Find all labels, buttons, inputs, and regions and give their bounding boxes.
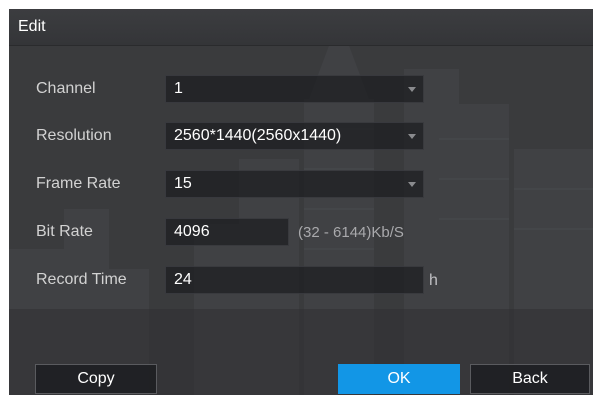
resolution-label: Resolution xyxy=(36,127,112,144)
city-skyline-background xyxy=(9,9,593,395)
copy-button[interactable]: Copy xyxy=(35,364,157,394)
frame-rate-select[interactable]: 15 xyxy=(165,170,424,198)
resolution-select[interactable]: 2560*1440(2560x1440) xyxy=(165,122,424,150)
channel-label: Channel xyxy=(36,80,96,97)
record-time-label: Record Time xyxy=(36,271,127,288)
bit-rate-input[interactable]: 4096 xyxy=(165,218,289,246)
channel-select[interactable]: 1 xyxy=(165,75,424,103)
ok-button[interactable]: OK xyxy=(338,364,460,394)
chevron-down-icon[interactable] xyxy=(408,134,416,139)
bit-rate-range: (32 - 6144)Kb/S xyxy=(298,224,404,241)
bit-rate-label: Bit Rate xyxy=(36,223,93,240)
bit-rate-value: 4096 xyxy=(174,223,210,240)
dialog-title: Edit xyxy=(18,18,46,35)
record-time-input[interactable]: 24 xyxy=(165,266,424,294)
edit-dialog: Edit Channel 1 Resolution 2560*1440(2560… xyxy=(9,9,593,395)
record-time-value: 24 xyxy=(174,271,192,288)
frame-rate-label: Frame Rate xyxy=(36,175,121,192)
resolution-value: 2560*1440(2560x1440) xyxy=(174,127,342,144)
frame-rate-value: 15 xyxy=(174,175,192,192)
record-time-unit: h xyxy=(429,272,438,289)
channel-value: 1 xyxy=(174,80,183,97)
back-button[interactable]: Back xyxy=(470,364,590,394)
dialog-footer: Copy OK Back xyxy=(9,361,593,395)
dialog-titlebar: Edit xyxy=(9,9,593,46)
chevron-down-icon[interactable] xyxy=(408,87,416,92)
chevron-down-icon[interactable] xyxy=(408,182,416,187)
